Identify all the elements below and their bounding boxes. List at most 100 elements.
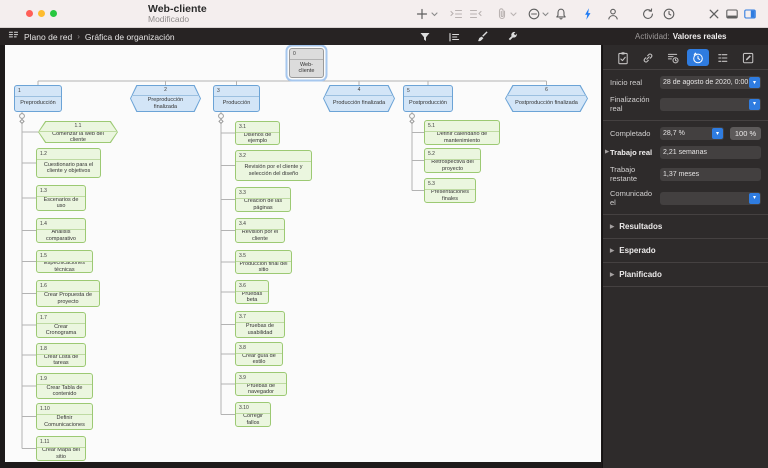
diagram-node-5.2[interactable]: 5.2Retrospectiva del proyecto (424, 148, 481, 173)
diagram-canvas[interactable]: 1.1Comenzar la web del cliente 1.2Cuestio… (5, 45, 601, 462)
disclosure-triangle-icon[interactable]: ▶ (605, 149, 609, 155)
diagram-node-1.3[interactable]: 1.3Escenarios de uso (36, 185, 86, 211)
diagram-node-3.10[interactable]: 3.10Corregir fallos (235, 402, 271, 427)
diagram-node-1.11[interactable]: 1.11Crear Mapa del sitio (36, 436, 86, 461)
diagram-node-3.3[interactable]: 3.3Creación de las páginas (235, 187, 291, 212)
tools-icon[interactable] (706, 6, 721, 21)
diagram-node-3.6[interactable]: 3.6Pruebas beta (235, 280, 269, 304)
minimize-window-button[interactable] (38, 10, 45, 17)
outdent-icon[interactable] (468, 6, 483, 21)
tab-notes-icon[interactable] (737, 49, 759, 66)
field-label: Trabajo real (610, 148, 660, 157)
trabajo-restante-input[interactable]: 1,37 meses (660, 168, 761, 181)
node-id: 1.10 (37, 404, 92, 415)
diagram-node-3[interactable]: 3Producción (213, 85, 260, 112)
finalizacion-real-input[interactable] (660, 98, 761, 111)
node-id: 3.9 (236, 373, 286, 384)
diagram-node-3.4[interactable]: 3.4Revisión por el cliente (235, 218, 285, 243)
diagram-node-1.5[interactable]: 1.5Especificaciones técnicas (36, 250, 93, 273)
node-label: Web-cliente (290, 60, 323, 78)
diagram-node-3.5[interactable]: 3.5Producción final del sitio (235, 250, 292, 274)
notifications-icon[interactable] (553, 6, 568, 21)
completado-input[interactable]: 28,7 % (660, 127, 724, 140)
panel-bottom-icon[interactable] (724, 6, 739, 21)
node-label: Cuestionario para el cliente y objetivos (37, 160, 100, 178)
tab-actual-values-icon[interactable] (687, 49, 709, 66)
inspector-panel: Inicio real 28 de agosto de 2020, 0:00 F… (602, 45, 768, 468)
diagram-node-1[interactable]: 1Preproducción (14, 85, 62, 112)
diagram-node-5[interactable]: 5Postproducción (403, 85, 453, 112)
diagram-node-3.1[interactable]: 3.1Diseños de ejemplo (235, 121, 280, 145)
add-chevron-icon[interactable] (430, 6, 439, 21)
activity-value: Valores reales (673, 32, 727, 41)
status-icon[interactable] (526, 6, 541, 21)
node-id: 1.7 (37, 313, 85, 324)
traffic-lights (26, 10, 57, 17)
tab-columns-icon[interactable] (712, 49, 734, 66)
trabajo-real-input[interactable]: 2,21 semanas (660, 146, 761, 159)
node-label: Diseños de ejemplo (236, 133, 279, 145)
diagram-node-4[interactable]: 4Producción finalizada (323, 85, 395, 112)
diagram-node-1.10[interactable]: 1.10Definir Comunicaciones (36, 403, 93, 430)
node-id: 3.4 (236, 219, 284, 230)
field-row-trabajo-real: ▶ Trabajo real 2,21 semanas (603, 146, 768, 159)
add-icon[interactable] (414, 6, 429, 21)
diagram-node-1.4[interactable]: 1.4Análisis comparativo (36, 218, 86, 243)
chevron-down-icon[interactable] (749, 77, 760, 88)
node-label: Análisis comparativo (37, 230, 85, 243)
diagram-node-3.9[interactable]: 3.9Pruebas de navegador (235, 372, 287, 396)
inspector-tabs (603, 45, 768, 70)
close-window-button[interactable] (26, 10, 33, 17)
diagram-node-1.1[interactable]: 1.1Comenzar la web del cliente (38, 121, 118, 143)
time-icon[interactable] (661, 6, 676, 21)
node-label: Crear Mapa del sitio (37, 448, 85, 461)
disclosure-triangle-icon: ▶ (610, 248, 614, 254)
diagram-node-2[interactable]: 2Preproducción finalizada (130, 85, 201, 112)
activity-indicator: Actividad:Valores reales (635, 32, 727, 41)
diagram-node-1.6[interactable]: 1.6Crear Propuesta de proyecto (36, 280, 100, 307)
field-row-finalizacion-real: Finalización real (603, 95, 768, 113)
node-id: 6 (505, 85, 588, 96)
indent-icon[interactable] (448, 6, 463, 21)
completar-100-button[interactable]: 100 % (730, 127, 761, 140)
comunicado-el-input[interactable] (660, 192, 761, 205)
zoom-window-button[interactable] (50, 10, 57, 17)
breadcrumb-view[interactable]: Plano de red (24, 32, 72, 42)
diagram-node-1.2[interactable]: 1.2Cuestionario para el cliente y objeti… (36, 148, 101, 178)
tab-planned-values-icon[interactable] (662, 49, 684, 66)
diagram-node-3.8[interactable]: 3.8Crear guía de estilo (235, 342, 283, 366)
section-resultados[interactable]: ▶ Resultados (603, 222, 768, 231)
panel-right-icon[interactable] (742, 6, 757, 21)
inicio-real-input[interactable]: 28 de agosto de 2020, 0:00 (660, 76, 761, 89)
inicio-real-value: 28 de agosto de 2020, 0:00 (663, 79, 748, 86)
chevron-down-icon[interactable] (749, 193, 760, 204)
section-esperado[interactable]: ▶ Esperado (603, 246, 768, 255)
chevron-down-icon[interactable] (749, 99, 760, 110)
attach-chevron-icon[interactable] (509, 6, 518, 21)
chevron-down-icon[interactable] (712, 128, 723, 139)
node-id: 3.1 (236, 122, 279, 133)
tab-links-icon[interactable] (637, 49, 659, 66)
resources-icon[interactable] (605, 6, 620, 21)
field-row-trabajo-restante: Trabajo restante 1,37 meses (603, 165, 768, 183)
diagram-node-5.1[interactable]: 5.1Definir calendario de mantenimiento (424, 120, 500, 145)
section-planificado[interactable]: ▶ Planificado (603, 270, 768, 279)
diagram-node-1.7[interactable]: 1.7Crear Cronograma (36, 312, 86, 338)
breadcrumb-subview[interactable]: Gráfica de organización (85, 32, 175, 42)
diagram-node-1.9[interactable]: 1.9Crear Tabla de contenido (36, 373, 93, 399)
diagram-node-1.8[interactable]: 1.8Crear Lista de tareas (36, 343, 86, 367)
node-label: Pruebas de navegador (236, 384, 286, 396)
node-id: 1 (15, 86, 61, 97)
sync-icon[interactable] (640, 6, 655, 21)
tab-info-icon[interactable] (612, 49, 634, 66)
diagram-node-0[interactable]: 0Web-cliente (289, 48, 324, 78)
diagram-node-6[interactable]: 6Postproducción finalizada (505, 85, 588, 112)
attach-icon[interactable] (494, 6, 509, 21)
diagram-node-3.7[interactable]: 3.7Pruebas de usabilidad (235, 311, 285, 338)
section-label: Planificado (619, 270, 662, 279)
diagram-node-5.3[interactable]: 5.3Presentaciones finales (424, 178, 476, 203)
view-switcher-icon[interactable] (8, 30, 19, 43)
diagram-node-3.2[interactable]: 3.2Revisión por el cliente y selección d… (235, 150, 312, 181)
priority-bolt-icon[interactable] (580, 6, 595, 21)
status-chevron-icon[interactable] (541, 6, 550, 21)
